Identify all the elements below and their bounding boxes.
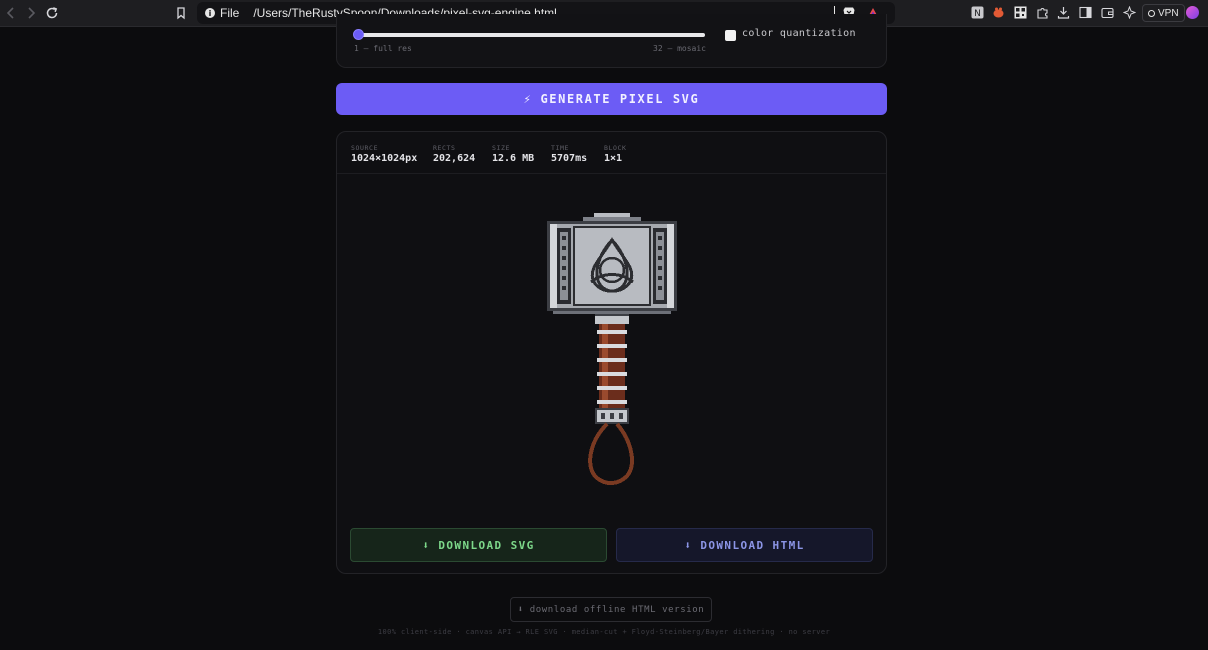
bookmark-icon[interactable]	[172, 4, 190, 22]
svg-text:N: N	[974, 9, 981, 19]
stat-value: 202,624	[433, 153, 476, 164]
stat-value: 12.6 MB	[492, 153, 535, 164]
result-panel: SOURCE 1024×1024px RECTS 202,624 SIZE 12…	[336, 131, 887, 574]
download-svg-button[interactable]: ⬇ DOWNLOAD SVG	[350, 528, 607, 562]
extension-n-icon[interactable]: N	[971, 6, 984, 19]
download-html-label: DOWNLOAD HTML	[700, 538, 805, 552]
stat-value: 1024×1024px	[351, 153, 418, 164]
profile-avatar[interactable]	[1186, 6, 1199, 19]
url-protocol: File	[220, 6, 240, 20]
extension-bug-icon[interactable]	[992, 6, 1005, 19]
block-size-slider[interactable]	[353, 29, 705, 40]
lightning-icon: ⚡	[523, 92, 533, 106]
stat-label: TIME	[551, 144, 570, 152]
leo-ai-icon[interactable]	[1123, 6, 1136, 19]
stat-value: 1×1	[604, 153, 623, 164]
generate-button-label: GENERATE PIXEL SVG	[540, 92, 700, 106]
hammer-image	[547, 213, 677, 485]
qr-code-icon[interactable]	[1014, 6, 1027, 19]
download-arrow-icon: ⬇	[422, 538, 431, 552]
stat-time: TIME 5707ms	[551, 144, 587, 164]
download-arrow-icon: ⬇	[684, 538, 693, 552]
color-quantization-label[interactable]: color quantization	[742, 28, 856, 39]
vpn-label: VPN	[1158, 7, 1179, 19]
stat-label: SOURCE	[351, 144, 379, 152]
slider-min-label: 1 — full res	[354, 44, 412, 53]
slider-max-label: 32 — mosaic	[653, 44, 706, 53]
download-svg-label: DOWNLOAD SVG	[438, 538, 535, 552]
settings-panel: 1 — full res 32 — mosaic color quantizat…	[336, 14, 887, 68]
download-arrow-icon: ⬇	[517, 604, 524, 615]
vpn-button[interactable]: VPN	[1142, 4, 1185, 22]
stat-label: RECTS	[433, 144, 456, 152]
download-offline-html-button[interactable]: ⬇ download offline HTML version	[510, 597, 712, 622]
stat-size: SIZE 12.6 MB	[492, 144, 534, 164]
stat-source: SOURCE 1024×1024px	[351, 144, 417, 164]
download-icon[interactable]	[1057, 6, 1070, 19]
forward-icon[interactable]	[22, 4, 40, 22]
pixel-svg-preview	[527, 206, 697, 496]
stat-value: 5707ms	[551, 153, 588, 164]
back-icon[interactable]	[2, 4, 20, 22]
extensions-puzzle-icon[interactable]	[1036, 6, 1049, 19]
reload-icon[interactable]	[43, 4, 61, 22]
stat-label: BLOCK	[604, 144, 627, 152]
stat-block: BLOCK 1×1	[604, 144, 627, 164]
generate-pixel-svg-button[interactable]: ⚡ GENERATE PIXEL SVG	[336, 83, 887, 115]
footer-note: 100% client-side · canvas API → RLE SVG …	[377, 628, 831, 636]
vpn-status-icon	[1148, 9, 1155, 17]
download-html-button[interactable]: ⬇ DOWNLOAD HTML	[616, 528, 873, 562]
block-size-slider-thumb[interactable]	[353, 29, 364, 40]
sidebar-icon[interactable]	[1079, 6, 1092, 19]
offline-button-label: download offline HTML version	[529, 604, 705, 615]
wallet-icon[interactable]	[1101, 6, 1114, 19]
stat-rects: RECTS 202,624	[433, 144, 475, 164]
color-quantization-checkbox[interactable]	[725, 30, 736, 41]
site-info-icon[interactable]: i	[205, 8, 215, 18]
stat-label: SIZE	[492, 144, 511, 152]
stats-bar: SOURCE 1024×1024px RECTS 202,624 SIZE 12…	[337, 132, 886, 174]
